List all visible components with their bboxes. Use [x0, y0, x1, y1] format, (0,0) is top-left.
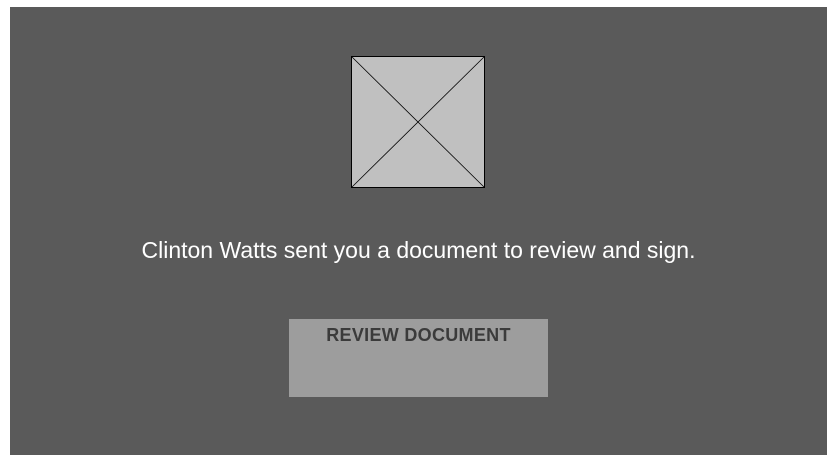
- email-card: Clinton Watts sent you a document to rev…: [10, 7, 827, 455]
- notification-message: Clinton Watts sent you a document to rev…: [141, 237, 696, 263]
- review-document-button[interactable]: REVIEW DOCUMENT: [289, 319, 548, 397]
- broken-image-placeholder-icon: [351, 56, 485, 188]
